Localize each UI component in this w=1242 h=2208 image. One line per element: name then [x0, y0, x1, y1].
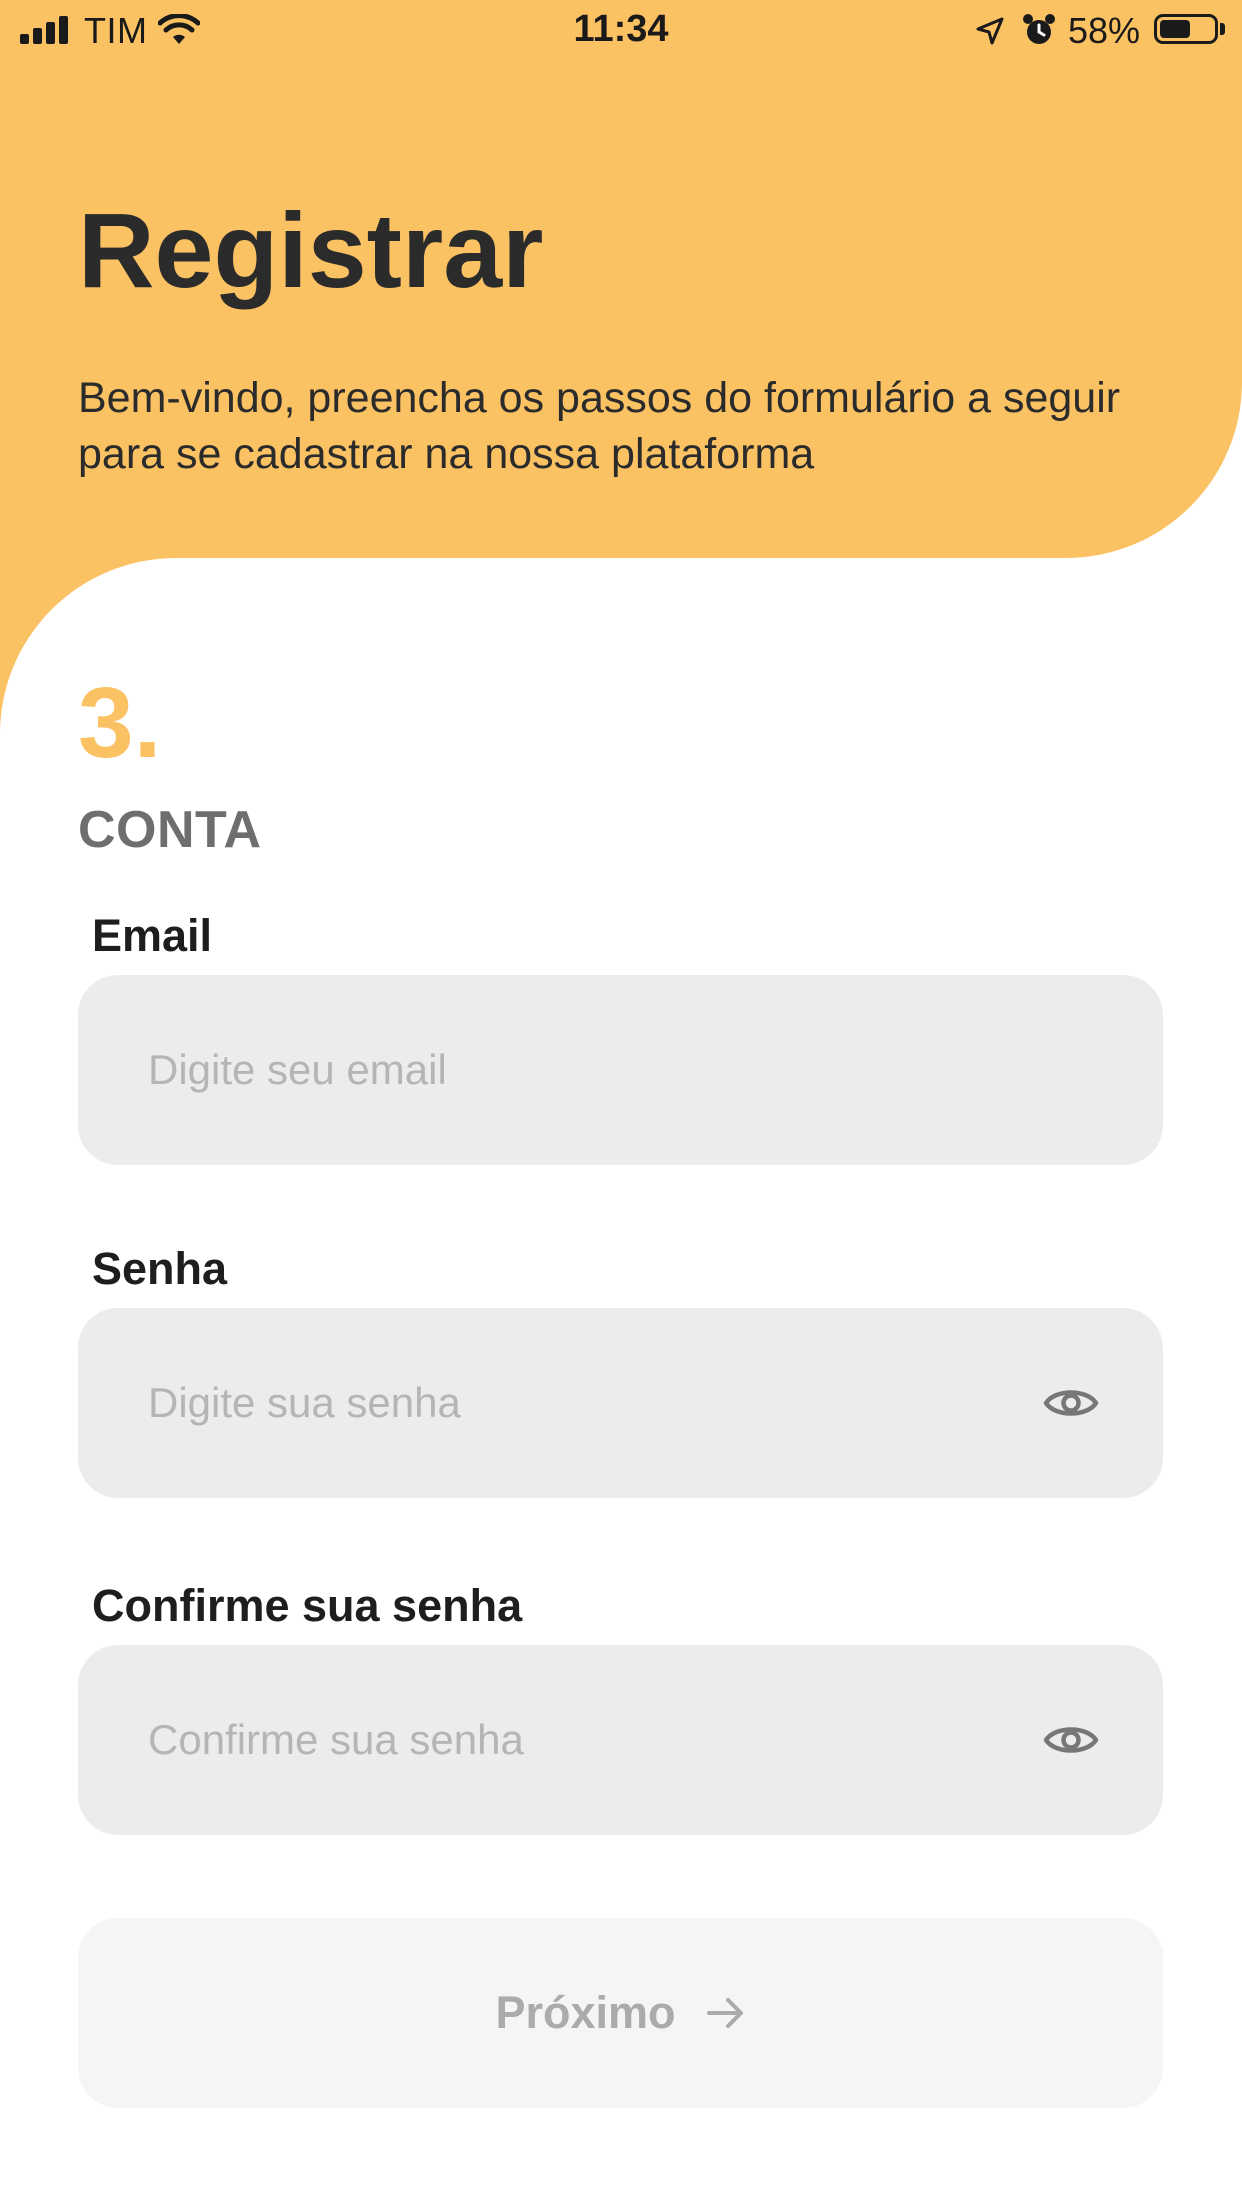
status-bar: TIM 11:34 58% [0, 0, 1242, 62]
confirm-password-label: Confirme sua senha [92, 1580, 523, 1631]
register-screen: TIM 11:34 58% Registrar Bem-vindo, preen… [0, 0, 1242, 2208]
location-arrow-icon [976, 17, 1004, 45]
battery-level-fill [1160, 20, 1190, 38]
show-password-eye-icon[interactable] [1043, 1375, 1099, 1431]
confirm-password-input[interactable] [148, 1645, 1008, 1835]
page-title: Registrar [78, 192, 544, 310]
email-input[interactable] [148, 975, 1008, 1165]
show-confirm-password-eye-icon[interactable] [1043, 1712, 1099, 1768]
arrow-right-icon [706, 1996, 746, 2030]
step-number: 3. [78, 667, 162, 779]
battery-percentage: 58% [1068, 10, 1141, 51]
alarm-clock-icon [1023, 14, 1055, 44]
step-title: CONTA [78, 801, 262, 859]
email-label: Email [92, 910, 213, 961]
page-subtitle: Bem-vindo, preencha os passos do formulá… [78, 374, 1121, 478]
password-label: Senha [92, 1243, 228, 1294]
password-input[interactable] [148, 1308, 1008, 1498]
next-button-label: Próximo [495, 1987, 676, 2038]
battery-tip [1220, 23, 1225, 35]
next-button[interactable]: Próximo [78, 1918, 1163, 2108]
password-field-container [78, 1308, 1163, 1498]
email-field-container [78, 975, 1163, 1165]
confirm-password-field-container [78, 1645, 1163, 1835]
battery-icon [1154, 14, 1218, 44]
